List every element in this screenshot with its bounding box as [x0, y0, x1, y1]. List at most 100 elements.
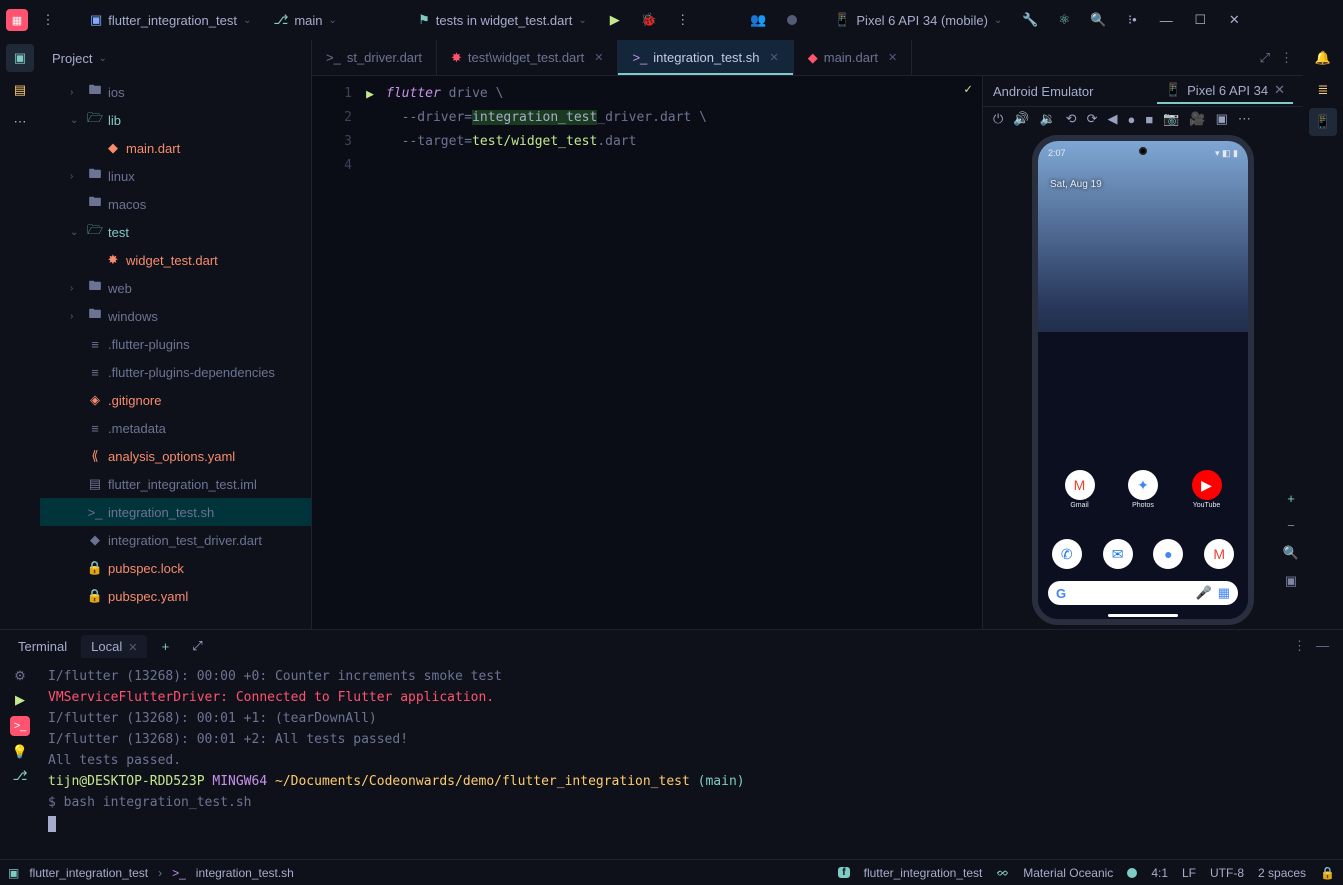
phone-search-bar[interactable]: G 🎤 ▦: [1048, 581, 1238, 605]
tree-item[interactable]: ≡.flutter-plugins-dependencies: [40, 358, 311, 386]
zoom-actual-icon[interactable]: ▣: [1285, 573, 1297, 589]
ide-tools-icon[interactable]: 🔧: [1016, 6, 1044, 34]
zoom-in-icon[interactable]: +: [1287, 491, 1295, 506]
close-icon[interactable]: ✕: [888, 51, 897, 64]
bulb-icon[interactable]: 💡: [12, 744, 28, 760]
status-indent[interactable]: 2 spaces: [1258, 866, 1306, 880]
tree-item[interactable]: ⟪analysis_options.yaml: [40, 442, 311, 470]
zoom-out-icon[interactable]: −: [1287, 518, 1295, 533]
new-terminal-button[interactable]: +: [151, 632, 179, 660]
tree-item[interactable]: ✸widget_test.dart: [40, 246, 311, 274]
tree-item[interactable]: ◆integration_test_driver.dart: [40, 526, 311, 554]
notifications-icon[interactable]: 🔔: [1309, 44, 1337, 72]
editor-tab[interactable]: ◆main.dart✕: [794, 40, 912, 75]
tree-item[interactable]: ›🖿web: [40, 274, 311, 302]
status-crumb-module[interactable]: flutter_integration_test: [29, 866, 148, 880]
tree-item[interactable]: >_integration_test.sh: [40, 498, 311, 526]
status-line-sep[interactable]: LF: [1182, 866, 1196, 880]
emulator-device-tab[interactable]: 📱 Pixel 6 API 34 ✕: [1157, 78, 1293, 104]
project-tree[interactable]: ›🖿ios⌄🗁lib◆main.dart›🖿linux🖿macos⌄🗁test✸…: [40, 76, 311, 629]
code-editor[interactable]: 1234 ▶ flutter drive \ --driver=integrat…: [312, 76, 983, 629]
emulator-more-icon[interactable]: ⋯: [1238, 111, 1251, 127]
main-menu-button[interactable]: ⋮: [34, 6, 62, 34]
overview-icon[interactable]: ■: [1145, 112, 1153, 127]
zoom-fit-icon[interactable]: 🔍: [1283, 545, 1299, 561]
status-theme[interactable]: Material Oceanic: [1023, 866, 1113, 880]
close-icon[interactable]: ✕: [1274, 82, 1285, 98]
project-selector[interactable]: ▣ flutter_integration_test ⌄: [82, 8, 259, 32]
terminal-maximize-icon[interactable]: ⤢: [183, 632, 211, 660]
minimize-icon[interactable]: —: [1152, 6, 1180, 34]
tree-item[interactable]: ◆main.dart: [40, 134, 311, 162]
debug-button[interactable]: 🐞: [635, 6, 663, 34]
search-icon[interactable]: 🔍: [1084, 6, 1112, 34]
terminal-shell-icon[interactable]: >_: [10, 716, 31, 736]
tab-options-icon[interactable]: ⋮: [1280, 50, 1293, 66]
enter-fullscreen-icon[interactable]: ⤢: [1260, 50, 1270, 66]
run-line-icon[interactable]: ▶: [366, 87, 374, 102]
phone-dock-app[interactable]: ✆: [1045, 539, 1089, 569]
terminal-options-icon[interactable]: ⋮: [1293, 638, 1306, 654]
tree-item[interactable]: ›🖿ios: [40, 78, 311, 106]
run-more-button[interactable]: ⋮: [669, 6, 697, 34]
phone-app[interactable]: ✦Photos: [1121, 470, 1165, 509]
tree-item[interactable]: ▤flutter_integration_test.iml: [40, 470, 311, 498]
phone-app[interactable]: MGmail: [1058, 470, 1102, 509]
tree-item[interactable]: ›🖿windows: [40, 302, 311, 330]
settings-icon[interactable]: ⁝•: [1118, 6, 1146, 34]
status-crumb-file[interactable]: integration_test.sh: [196, 866, 294, 880]
power-icon[interactable]: ⏻: [993, 111, 1003, 127]
tree-item[interactable]: ⌄🗁lib: [40, 106, 311, 134]
device-selector[interactable]: 📱 Pixel 6 API 34 (mobile) ⌄: [826, 8, 1010, 32]
settings-icon[interactable]: ⚙: [14, 668, 26, 684]
coins-icon[interactable]: ≣: [1309, 76, 1337, 104]
tree-item[interactable]: ≡.flutter-plugins: [40, 330, 311, 358]
close-icon[interactable]: ✕: [770, 51, 779, 64]
status-caret-pos[interactable]: 4:1: [1151, 866, 1168, 880]
maximize-icon[interactable]: ☐: [1186, 6, 1214, 34]
project-tool-icon[interactable]: ▣: [6, 44, 34, 72]
editor-tab[interactable]: >_integration_test.sh✕: [618, 40, 793, 75]
sync-icon[interactable]: [778, 6, 806, 34]
terminal-session-tab[interactable]: Local✕: [81, 635, 147, 658]
phone-app[interactable]: ▶YouTube: [1185, 470, 1229, 509]
phone-dock-app[interactable]: ●: [1146, 539, 1190, 569]
close-icon[interactable]: ✕: [128, 642, 137, 654]
bookmarks-tool-icon[interactable]: ▤: [6, 76, 34, 104]
structure-tool-icon[interactable]: ⋯: [6, 108, 34, 136]
tree-item[interactable]: 🖿macos: [40, 190, 311, 218]
vcs-icon[interactable]: ⎇: [13, 768, 28, 784]
editor-tab[interactable]: ✸test\widget_test.dart✕: [437, 40, 618, 75]
close-window-icon[interactable]: ✕: [1220, 6, 1248, 34]
phone-dock-app[interactable]: M: [1197, 539, 1241, 569]
readonly-lock-icon[interactable]: 🔒: [1320, 866, 1335, 880]
screenshot-icon[interactable]: 📷: [1163, 111, 1179, 127]
back-icon[interactable]: ◀: [1107, 111, 1117, 127]
terminal-hide-icon[interactable]: —: [1316, 638, 1329, 654]
atom-icon[interactable]: ⚛: [1050, 6, 1078, 34]
status-encoding[interactable]: UTF-8: [1210, 866, 1244, 880]
run-button[interactable]: ▶: [601, 6, 629, 34]
terminal-output[interactable]: I/flutter (13268): 00:00 +0: Counter inc…: [40, 662, 1343, 859]
tree-item[interactable]: 🔒pubspec.lock: [40, 554, 311, 582]
close-icon[interactable]: ✕: [594, 51, 603, 64]
rotate-left-icon[interactable]: ⟲: [1066, 111, 1077, 127]
home-icon[interactable]: ●: [1127, 112, 1135, 127]
devices-tool-icon[interactable]: 📱: [1309, 108, 1337, 136]
emulator-viewport[interactable]: 2:07 ▾ ◧ ▮ Sat, Aug 19 MGmail✦Photos▶You…: [983, 131, 1303, 629]
record-icon[interactable]: 🎥: [1189, 111, 1205, 127]
tree-item[interactable]: ›🖿linux: [40, 162, 311, 190]
tree-item[interactable]: ◈.gitignore: [40, 386, 311, 414]
project-panel-header[interactable]: Project ⌄: [40, 40, 311, 76]
tree-item[interactable]: ⌄🗁test: [40, 218, 311, 246]
rotate-right-icon[interactable]: ⟳: [1087, 111, 1098, 127]
tree-item[interactable]: 🔒pubspec.yaml: [40, 582, 311, 610]
git-branch-selector[interactable]: ⎇ main ⌄: [265, 8, 345, 32]
code-with-me-icon[interactable]: 👥: [744, 6, 772, 34]
editor-tab[interactable]: >_st_driver.dart: [312, 40, 437, 75]
run-config-selector[interactable]: ⚑ tests in widget_test.dart ⌄: [410, 8, 595, 32]
terminal-title-tab[interactable]: Terminal: [8, 635, 77, 658]
code-area[interactable]: flutter drive \ --driver=integration_tes…: [380, 76, 982, 629]
volume-up-icon[interactable]: 🔊: [1013, 111, 1029, 127]
snapshot-icon[interactable]: ▣: [1216, 111, 1228, 127]
